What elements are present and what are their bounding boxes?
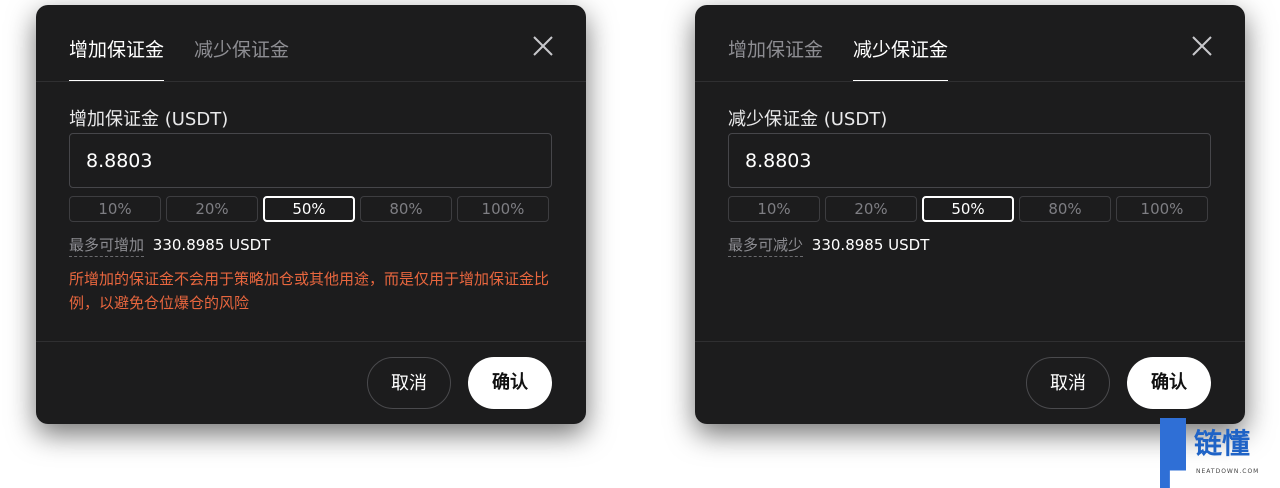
percent-10-button[interactable]: 10% — [728, 196, 820, 222]
max-amount-row: 最多可增加 330.8985 USDT — [69, 234, 271, 257]
percent-80-button[interactable]: 80% — [360, 196, 452, 222]
tab-reduce-margin[interactable]: 减少保证金 — [853, 5, 949, 82]
confirm-button[interactable]: 确认 — [1127, 357, 1211, 409]
amount-label: 减少保证金 (USDT) — [728, 109, 888, 130]
cancel-button[interactable]: 取消 — [1026, 357, 1110, 409]
max-amount-value: 330.8985 USDT — [811, 236, 930, 254]
watermark-text: 链懂 — [1194, 427, 1251, 460]
add-margin-dialog: 增加保证金 减少保证金 增加保证金 (USDT) 10% 20% 50% 80%… — [36, 5, 586, 424]
amount-input[interactable] — [69, 133, 552, 188]
tab-reduce-margin[interactable]: 减少保证金 — [194, 5, 289, 81]
tab-add-margin[interactable]: 增加保证金 — [728, 5, 823, 81]
max-amount-row: 最多可减少 330.8985 USDT — [728, 234, 930, 257]
watermark-subtext: NEATDOWN.COM — [1196, 468, 1260, 475]
footer-divider — [695, 341, 1245, 342]
cancel-button[interactable]: 取消 — [367, 357, 451, 409]
header-divider — [36, 81, 586, 82]
percent-20-button[interactable]: 20% — [825, 196, 917, 222]
logo-mark-icon — [1160, 418, 1186, 488]
tab-bar: 增加保证金 减少保证金 — [69, 5, 319, 82]
max-amount-label[interactable]: 最多可减少 — [728, 236, 804, 257]
amount-label: 增加保证金 (USDT) — [69, 109, 229, 130]
percent-options: 10% 20% 50% 80% 100% — [728, 196, 1208, 222]
footer-divider — [36, 341, 586, 342]
header-divider — [695, 81, 1245, 82]
warning-text: 所增加的保证金不会用于策略加仓或其他用途，而是仅用于增加保证金比例，以避免仓位爆… — [69, 270, 550, 312]
confirm-button[interactable]: 确认 — [468, 357, 552, 409]
tab-add-margin[interactable]: 增加保证金 — [69, 5, 165, 82]
percent-10-button[interactable]: 10% — [69, 196, 161, 222]
percent-20-button[interactable]: 20% — [166, 196, 258, 222]
reduce-margin-dialog: 增加保证金 减少保证金 减少保证金 (USDT) 10% 20% 50% 80%… — [695, 5, 1245, 424]
percent-50-button[interactable]: 50% — [263, 196, 355, 222]
percent-100-button[interactable]: 100% — [457, 196, 549, 222]
percent-50-button[interactable]: 50% — [922, 196, 1014, 222]
close-icon[interactable] — [532, 35, 554, 57]
percent-100-button[interactable]: 100% — [1116, 196, 1208, 222]
max-amount-label[interactable]: 最多可增加 — [69, 236, 145, 257]
percent-options: 10% 20% 50% 80% 100% — [69, 196, 549, 222]
percent-80-button[interactable]: 80% — [1019, 196, 1111, 222]
max-amount-value: 330.8985 USDT — [152, 236, 271, 254]
watermark-logo: 链懂 NEATDOWN.COM — [1160, 418, 1280, 488]
amount-input[interactable] — [728, 133, 1211, 188]
close-icon[interactable] — [1191, 35, 1213, 57]
tab-bar: 增加保证金 减少保证金 — [728, 5, 978, 82]
